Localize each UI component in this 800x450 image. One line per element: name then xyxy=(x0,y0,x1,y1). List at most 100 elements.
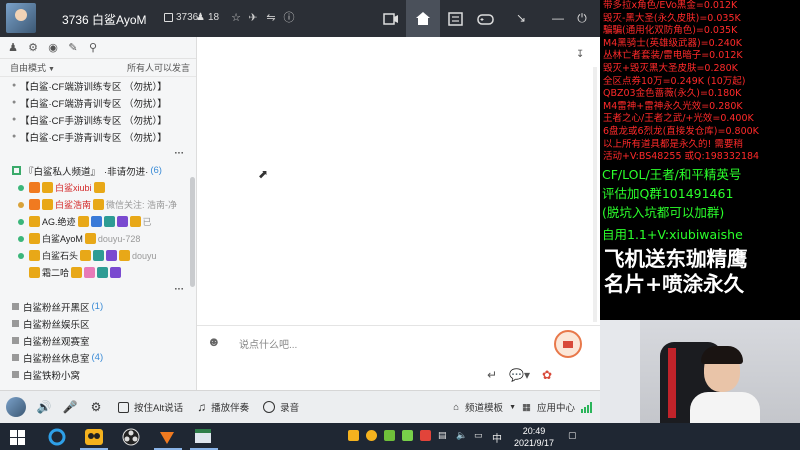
emoji-icon[interactable]: ☻ xyxy=(207,334,225,350)
price-line: 毁灭-黑大圣(永久皮肤)=0.035K xyxy=(603,12,741,24)
edit-icon[interactable]: ✎ xyxy=(66,41,80,55)
channel-item[interactable]: ● 【白鲨·CF端游青训专区 （勿扰）】 xyxy=(0,94,190,111)
status-dot xyxy=(18,201,24,208)
ime-indicator[interactable]: 中 xyxy=(492,430,502,445)
bullet-icon: ● xyxy=(12,116,17,123)
level-badge-icon xyxy=(90,216,102,227)
chat-bubble-icon[interactable]: 💬▾ xyxy=(509,368,530,382)
power-icon[interactable]: ⏻ xyxy=(574,10,590,26)
music-button[interactable]: ♫ 播放伴奏 xyxy=(197,400,249,414)
obs-icon[interactable] xyxy=(122,428,140,446)
search-icon[interactable]: ⚲ xyxy=(86,41,100,55)
taskbar-clock[interactable]: 20:49 2021/9/17 xyxy=(511,425,557,449)
record-button[interactable]: 录音 xyxy=(263,400,299,414)
volume-icon[interactable]: 🔈 xyxy=(456,430,467,441)
user-row[interactable]: 白鲨xiubi xyxy=(0,179,190,196)
channel-item[interactable]: 白鲨粉丝娱乐区 xyxy=(0,315,190,332)
tray-app-icon[interactable] xyxy=(402,430,413,443)
speak-mode-select[interactable]: 自由模式 ▼ xyxy=(10,61,55,74)
chat-actions: ↵ 💬▾ ✿ xyxy=(487,368,552,382)
user-icon[interactable]: ♟ xyxy=(6,41,20,55)
share-icon[interactable]: ⇋ xyxy=(264,11,278,25)
info-icon[interactable]: ⓘ xyxy=(282,11,296,25)
owl-app-icon[interactable] xyxy=(84,428,103,446)
crown-badge-icon xyxy=(29,250,40,261)
channel-list: ● 【白鲨·CF端游训练专区 （勿扰）】 ● 【白鲨·CF端游青训专区 （勿扰）】 … xyxy=(0,77,190,390)
gift-icon[interactable] xyxy=(554,330,582,358)
room-id-stat: 3736 xyxy=(164,12,198,23)
user-row[interactable]: 霜二哈 xyxy=(0,264,190,281)
windows-start-icon[interactable] xyxy=(10,430,25,445)
streamer-shirt xyxy=(690,392,760,423)
tray-app-icon[interactable] xyxy=(366,430,377,443)
star-icon[interactable]: ☆ xyxy=(229,11,243,25)
room-avatar[interactable] xyxy=(6,3,36,33)
more-button[interactable]: ··· xyxy=(0,145,190,162)
vip-badge-icon xyxy=(93,199,105,210)
app-window-icon[interactable] xyxy=(194,428,212,446)
microphone-icon[interactable]: 🎤 xyxy=(62,399,78,415)
nav-game-button[interactable] xyxy=(468,0,502,37)
user-row[interactable]: 白鲨AyoM douyu-728 xyxy=(0,230,190,247)
location-icon[interactable]: ◉ xyxy=(46,41,60,55)
user-signature: douyu-728 xyxy=(97,233,141,244)
mixer-icon[interactable]: ⚙ xyxy=(88,399,104,415)
user-row[interactable]: AG.绝迹 已 xyxy=(0,213,190,230)
channel-item-private[interactable]: 『白鲨私人频道』 ·非请勿进· (6) xyxy=(0,162,190,179)
my-avatar[interactable] xyxy=(6,397,26,417)
channel-item[interactable]: 白鲨粉丝休息室 (4) xyxy=(0,349,190,366)
medal-badge-icon xyxy=(103,216,115,227)
channel-item[interactable]: 白鲨铁粉小窝 xyxy=(0,366,190,383)
nav-home-button[interactable] xyxy=(406,0,440,37)
enter-send-icon[interactable]: ↵ xyxy=(487,368,497,382)
chat-input[interactable]: 说点什么吧... xyxy=(239,336,297,351)
browser-icon[interactable] xyxy=(48,428,66,446)
app-center-button[interactable]: 应用中心 xyxy=(537,400,575,414)
chat-scrollbar[interactable] xyxy=(593,67,597,322)
gift-badge-icon xyxy=(84,267,96,278)
pin-icon[interactable]: ↧ xyxy=(576,49,588,61)
trophy-badge-icon xyxy=(119,250,131,261)
channel-item[interactable]: 白鲨粉丝开黑区 (1) xyxy=(0,298,190,315)
speaker-icon[interactable]: 🔊 xyxy=(36,399,52,415)
channel-item[interactable]: ● 【白鲨·CF端游训练专区 （勿扰）】 xyxy=(0,77,190,94)
network-icon[interactable]: ▤ xyxy=(438,430,447,441)
medal-badge-icon xyxy=(93,250,105,261)
battery-icon[interactable]: ▭ xyxy=(474,430,483,441)
crown-badge-icon xyxy=(29,233,40,244)
user-row[interactable]: 白鲨浩南 微信关注: 浩南-净 xyxy=(0,196,190,213)
flower-icon[interactable]: ✿ xyxy=(542,368,552,382)
game-icon[interactable] xyxy=(158,428,176,446)
push-to-talk-button[interactable]: 按住Alt说话 xyxy=(118,400,183,414)
more-button[interactable]: ··· xyxy=(0,281,190,298)
trophy-badge-icon xyxy=(129,216,141,227)
tray-app-icon[interactable] xyxy=(384,430,395,443)
tray-app-icon[interactable] xyxy=(348,430,359,443)
nav-video-button[interactable] xyxy=(374,0,408,37)
channel-lock-icon xyxy=(12,166,21,175)
tray-app-icon[interactable] xyxy=(420,430,431,443)
gamepad-icon xyxy=(476,13,494,25)
channel-item[interactable]: ● 【白鲨·CF手游训练专区 （勿扰）】 xyxy=(0,111,190,128)
channel-label: 【白鲨·CF端游青训专区 （勿扰）】 xyxy=(20,98,167,110)
minimize-icon[interactable]: — xyxy=(550,10,566,26)
notification-icon[interactable]: ▢ xyxy=(568,430,577,441)
channel-item[interactable]: 白鲨粉丝观赛室 xyxy=(0,332,190,349)
vip-badge-icon xyxy=(71,267,83,278)
plane-icon[interactable]: ✈ xyxy=(246,11,260,25)
channel-label: 白鲨粉丝休息室 xyxy=(23,353,90,365)
nav-list-button[interactable] xyxy=(438,0,472,37)
music-note-icon: ♫ xyxy=(197,400,207,414)
crown-badge-icon xyxy=(29,267,40,278)
folder-icon xyxy=(12,371,19,378)
price-list: 带多拉x角色/EVo黑金=0.012K 毁灭-黑大圣(永久皮肤)=0.035K 騙騙… xyxy=(600,0,800,164)
user-row[interactable]: 白鲨石头 douyu xyxy=(0,247,190,264)
channel-label: 『白鲨私人频道』 xyxy=(24,166,101,178)
record-label: 录音 xyxy=(280,403,300,414)
promo-line: (脱坑入坑都可以加群) xyxy=(602,204,725,220)
user-settings-icon[interactable]: ⚙ xyxy=(26,41,40,55)
tray-icon[interactable]: ↘ xyxy=(513,10,529,26)
template-button[interactable]: 频道模板 xyxy=(465,400,503,414)
channel-scrollbar[interactable] xyxy=(190,177,195,287)
channel-item[interactable]: ● 【白鲨·CF手游青训专区 （勿扰）】 xyxy=(0,128,190,145)
